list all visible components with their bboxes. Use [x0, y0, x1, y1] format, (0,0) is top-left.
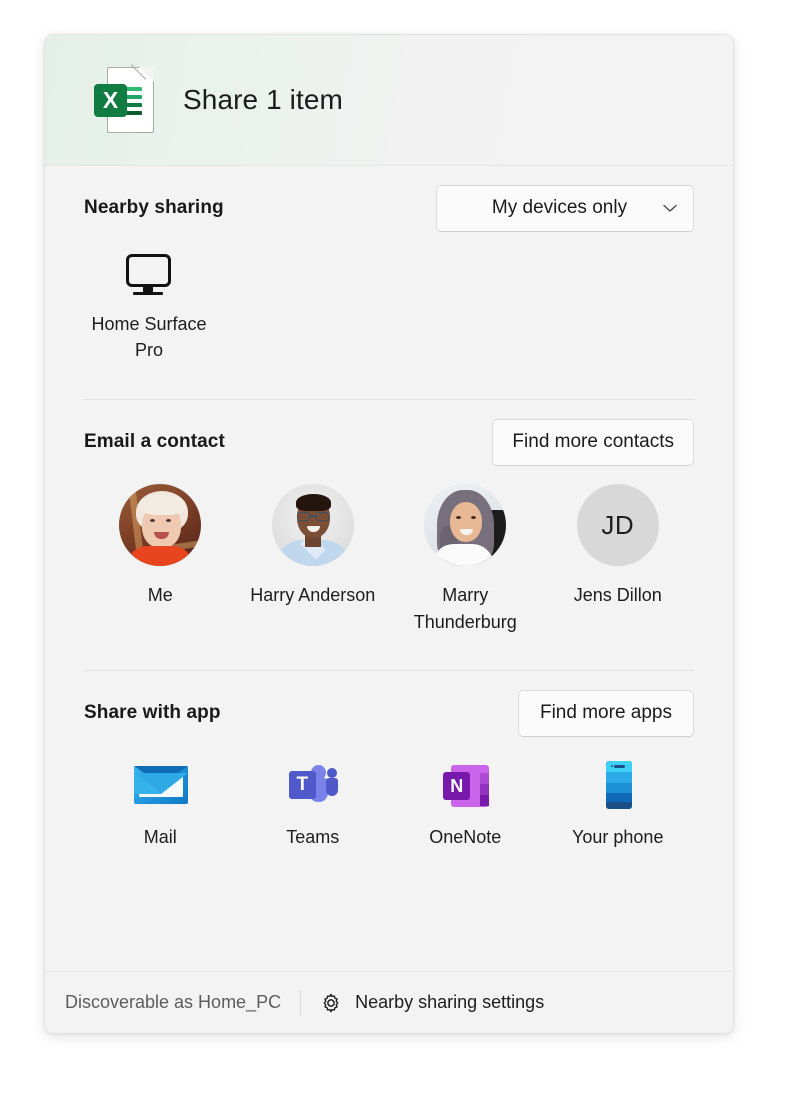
nearby-sharing-scope-value: My devices only: [491, 197, 628, 218]
app-item-your-phone[interactable]: Your phone: [542, 755, 695, 848]
avatar: [424, 484, 507, 567]
share-dialog: X Share 1 item Nearby sharing My devices…: [44, 34, 734, 1034]
device-name: Home Surface Pro: [91, 314, 207, 361]
teams-icon: T: [283, 755, 343, 815]
excel-file-icon: X: [94, 50, 161, 133]
dialog-body: Nearby sharing My devices only Home Surf…: [45, 166, 733, 971]
app-item-onenote[interactable]: N OneNote: [389, 755, 542, 848]
find-more-apps-label: Find more apps: [539, 702, 672, 724]
contact-item-me[interactable]: Me: [84, 484, 237, 635]
onenote-badge-letter: N: [443, 772, 471, 801]
app-name: Mail: [143, 827, 177, 848]
contact-name: Harry Anderson: [250, 585, 376, 606]
app-name: Your phone: [572, 827, 664, 848]
contact-item-harry-anderson[interactable]: Harry Anderson: [237, 484, 390, 635]
excel-badge-letter: X: [94, 84, 127, 117]
nearby-sharing-section: Nearby sharing My devices only: [45, 166, 733, 250]
avatar: [119, 484, 202, 567]
share-with-app-section: Share with app Find more apps: [45, 671, 733, 755]
avatar-initials: JD: [576, 484, 659, 567]
nearby-sharing-settings-label: Nearby sharing settings: [355, 992, 545, 1012]
contact-name: Marry Thunderburg: [413, 585, 517, 632]
footer-divider: [300, 989, 302, 1016]
app-list: Mail T Teams N OneNote Your phone: [45, 755, 733, 848]
nearby-sharing-scope-dropdown[interactable]: My devices only: [436, 184, 694, 232]
discoverable-status: Discoverable as Home_PC: [65, 992, 282, 1012]
screen: X Share 1 item Nearby sharing My devices…: [0, 0, 799, 1104]
teams-badge-letter: T: [288, 771, 316, 800]
nearby-sharing-settings-link[interactable]: Nearby sharing settings: [320, 992, 544, 1014]
mail-icon: [130, 755, 190, 815]
contact-item-jens-dillon[interactable]: JD Jens Dillon: [542, 484, 695, 635]
dialog-footer: Discoverable as Home_PC Nearby sharing s…: [45, 971, 733, 1033]
app-name: Teams: [286, 827, 340, 848]
email-contact-title: Email a contact: [84, 431, 225, 453]
dialog-header: X Share 1 item: [45, 35, 733, 166]
device-tile-home-surface-pro[interactable]: Home Surface Pro: [84, 250, 214, 363]
contact-item-marry-thunderburg[interactable]: Marry Thunderburg: [389, 484, 542, 635]
contact-name: Jens Dillon: [573, 585, 662, 606]
find-more-contacts-label: Find more contacts: [512, 431, 674, 453]
avatar: [271, 484, 354, 567]
chevron-down-icon: [663, 204, 677, 213]
share-with-app-title: Share with app: [84, 702, 221, 724]
contact-list: Me Harry Anderson Marry Thunderburg JD J…: [45, 484, 733, 635]
email-contact-section: Email a contact Find more contacts: [45, 400, 733, 484]
nearby-device-list: Home Surface Pro: [45, 250, 733, 363]
contact-name: Me: [147, 585, 173, 606]
avatar: JD: [576, 484, 659, 567]
app-name: OneNote: [429, 827, 502, 848]
phone-icon: [588, 755, 648, 815]
find-more-contacts-button[interactable]: Find more contacts: [492, 418, 694, 466]
page-title: Share 1 item: [183, 84, 343, 115]
nearby-sharing-title: Nearby sharing: [84, 197, 224, 218]
app-item-teams[interactable]: T Teams: [237, 755, 390, 848]
onenote-icon: N: [435, 755, 495, 815]
gear-icon: [320, 992, 342, 1014]
app-item-mail[interactable]: Mail: [84, 755, 237, 848]
monitor-icon: [125, 254, 173, 296]
find-more-apps-button[interactable]: Find more apps: [518, 689, 694, 737]
